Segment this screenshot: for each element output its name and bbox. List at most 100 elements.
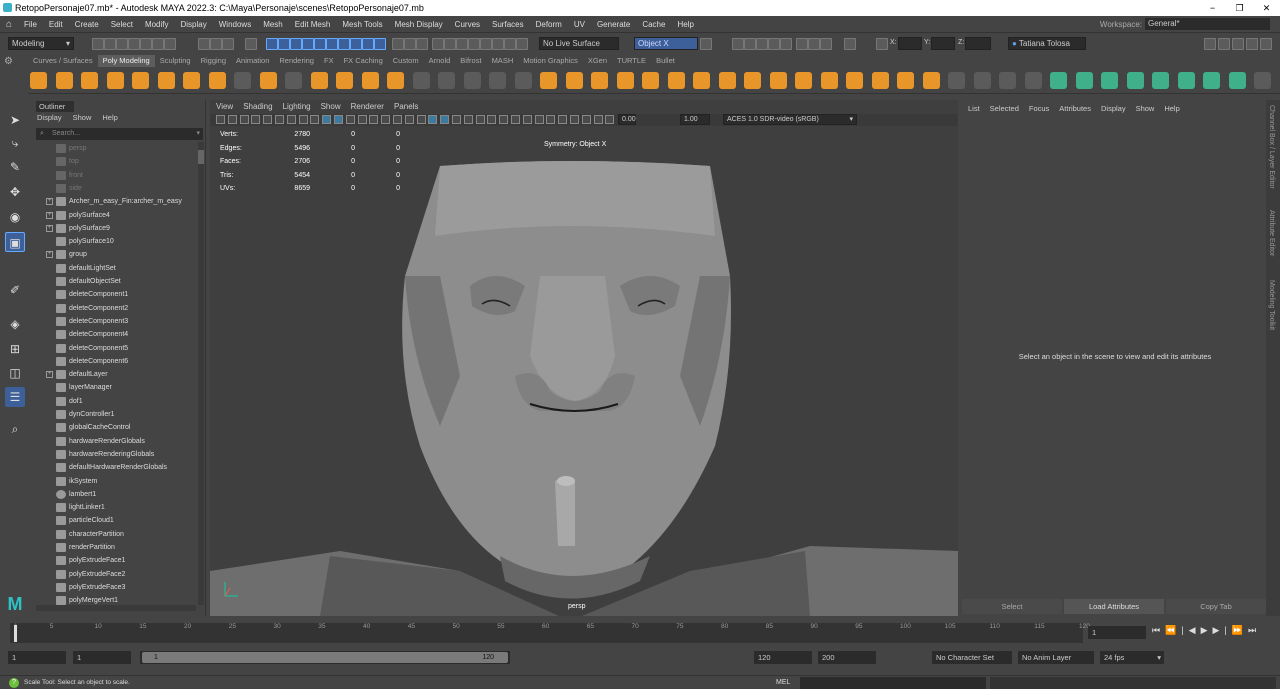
shelf-tab-xgen[interactable]: XGen [583, 55, 612, 67]
side-tab[interactable]: Channel Box / Layer Editor [1268, 105, 1275, 189]
expand-icon[interactable]: + [46, 371, 53, 379]
shelf-tool-icon[interactable] [973, 72, 991, 89]
shelf-tab-bullet[interactable]: Bullet [651, 55, 680, 67]
outliner-item[interactable]: deleteComponent1 [31, 288, 199, 301]
outliner-item[interactable]: side [31, 182, 199, 195]
viewport-tool-icon[interactable] [239, 115, 249, 124]
viewport-tool-icon[interactable] [251, 115, 261, 124]
colorspace-dropdown[interactable]: ACES 1.0 SDR-video (sRGB) ▾ [723, 114, 857, 125]
attr-menu-attributes[interactable]: Attributes [1059, 104, 1091, 113]
outliner-menu-help[interactable]: Help [102, 113, 117, 122]
status-tool-icon[interactable] [222, 38, 234, 50]
scene-view[interactable] [210, 126, 958, 616]
shelf-tool-icon[interactable] [667, 72, 685, 89]
rotate-tool-icon[interactable]: ◉ [5, 207, 25, 227]
outliner-menu-display[interactable]: Display [37, 113, 62, 122]
status-tool-icon[interactable] [780, 38, 792, 50]
viewport-tool-icon[interactable] [534, 115, 544, 124]
viewport-tool-icon[interactable] [558, 115, 568, 124]
menu-generate[interactable]: Generate [591, 20, 636, 29]
outliner-item[interactable]: + polySurface9 [31, 222, 199, 235]
move-tool-icon[interactable]: ✥ [5, 182, 25, 202]
viewport-menu-lighting[interactable]: Lighting [283, 102, 311, 111]
viewport-menu-show[interactable]: Show [321, 102, 341, 111]
side-tab[interactable]: Modeling Toolkit [1268, 280, 1275, 330]
shelf-tool-icon[interactable] [1126, 72, 1144, 89]
menu-create[interactable]: Create [69, 20, 105, 29]
load-attributes-button[interactable]: Load Attributes [1064, 599, 1164, 614]
shelf-tool-icon[interactable] [769, 72, 787, 89]
shelf-tab-sculpting[interactable]: Sculpting [155, 55, 196, 67]
live-surface-field[interactable]: No Live Surface [539, 37, 619, 50]
shelf-tool-icon[interactable] [1101, 72, 1118, 89]
shelf-tab-motion-graphics[interactable]: Motion Graphics [518, 55, 583, 67]
viewport-menu-view[interactable]: View [216, 102, 233, 111]
expand-icon[interactable]: + [46, 251, 53, 259]
viewport-tool-icon[interactable] [322, 115, 332, 124]
menu-display[interactable]: Display [175, 20, 213, 29]
menu-modify[interactable]: Modify [139, 20, 175, 29]
status-tool-icon[interactable] [104, 38, 116, 50]
viewport-tool-icon[interactable] [369, 115, 379, 124]
outliner-item[interactable]: polyMergeVert1 [31, 594, 199, 605]
status-tool-icon[interactable] [198, 38, 210, 50]
menu-help[interactable]: Help [671, 20, 699, 29]
four-view-icon[interactable]: ⊞ [5, 339, 25, 359]
time-ticks[interactable]: 1510152025303540455055606570758085909510… [10, 623, 1090, 643]
status-tool-icon[interactable] [480, 38, 492, 50]
status-tool-icon[interactable] [374, 38, 386, 50]
shelf-tab-animation[interactable]: Animation [231, 55, 274, 67]
shelf-tab-custom[interactable]: Custom [388, 55, 424, 67]
outliner-item[interactable]: hardwareRenderingGlobals [31, 448, 199, 461]
outliner-item[interactable]: deleteComponent5 [31, 342, 199, 355]
shelf-tool-icon[interactable] [1228, 72, 1246, 89]
shelf-tool-icon[interactable] [1050, 72, 1067, 89]
status-tool-icon[interactable] [140, 38, 152, 50]
outliner-item[interactable]: dynController1 [31, 408, 199, 421]
workspace-dropdown[interactable]: General* [1145, 18, 1270, 30]
shelf-tool-icon[interactable] [540, 72, 557, 89]
shelf-tab-arnold[interactable]: Arnold [424, 55, 456, 67]
outliner-item[interactable]: defaultObjectSet [31, 275, 199, 288]
status-tool-icon[interactable] [1232, 38, 1244, 50]
shelf-tab-fx[interactable]: FX [319, 55, 339, 67]
shelf-tool-icon[interactable] [948, 72, 965, 89]
shelf-tool-icon[interactable] [693, 72, 710, 89]
menuset-dropdown[interactable]: Modeling ▾ [8, 37, 74, 50]
menu-mesh-tools[interactable]: Mesh Tools [336, 20, 388, 29]
command-line-input[interactable] [800, 677, 986, 689]
shelf-tool-icon[interactable] [157, 72, 175, 89]
outliner-item[interactable]: deleteComponent6 [31, 355, 199, 368]
menu-deform[interactable]: Deform [530, 20, 568, 29]
attr-menu-selected[interactable]: Selected [990, 104, 1019, 113]
status-tool-icon[interactable] [796, 38, 808, 50]
attr-menu-list[interactable]: List [968, 104, 980, 113]
attr-menu-display[interactable]: Display [1101, 104, 1126, 113]
shelf-tool-icon[interactable] [514, 72, 532, 89]
viewport-tool-icon[interactable] [216, 115, 225, 124]
status-tool-icon[interactable] [876, 38, 888, 50]
scale-tool-icon[interactable]: ▣ [5, 232, 25, 252]
menu-mesh[interactable]: Mesh [257, 20, 289, 29]
outliner-menu-show[interactable]: Show [73, 113, 92, 122]
fps-dropdown[interactable]: 24 fps ▾ [1100, 651, 1164, 664]
status-tool-icon[interactable] [128, 38, 140, 50]
current-frame-field[interactable]: 1 [1088, 626, 1146, 639]
status-tool-icon[interactable] [350, 38, 362, 50]
shelf-tool-icon[interactable] [1203, 72, 1220, 89]
shelf-tool-icon[interactable] [336, 72, 353, 89]
outliner-item[interactable]: polySurface10 [31, 235, 199, 248]
menu-windows[interactable]: Windows [213, 20, 257, 29]
shelf-tool-icon[interactable] [718, 72, 736, 89]
viewport-tool-icon[interactable] [263, 115, 273, 124]
status-tool-icon[interactable] [302, 38, 314, 50]
attr-menu-focus[interactable]: Focus [1029, 104, 1049, 113]
search-icon[interactable]: ⌕ [5, 419, 25, 439]
shelf-tool-icon[interactable] [922, 72, 940, 89]
status-tool-icon[interactable] [338, 38, 350, 50]
status-tool-icon[interactable] [416, 38, 428, 50]
minimize-button[interactable]: − [1199, 0, 1226, 16]
viewport-tool-icon[interactable] [593, 115, 603, 124]
outliner-item[interactable]: persp [31, 142, 199, 155]
shelf-tool-icon[interactable] [1254, 72, 1271, 89]
